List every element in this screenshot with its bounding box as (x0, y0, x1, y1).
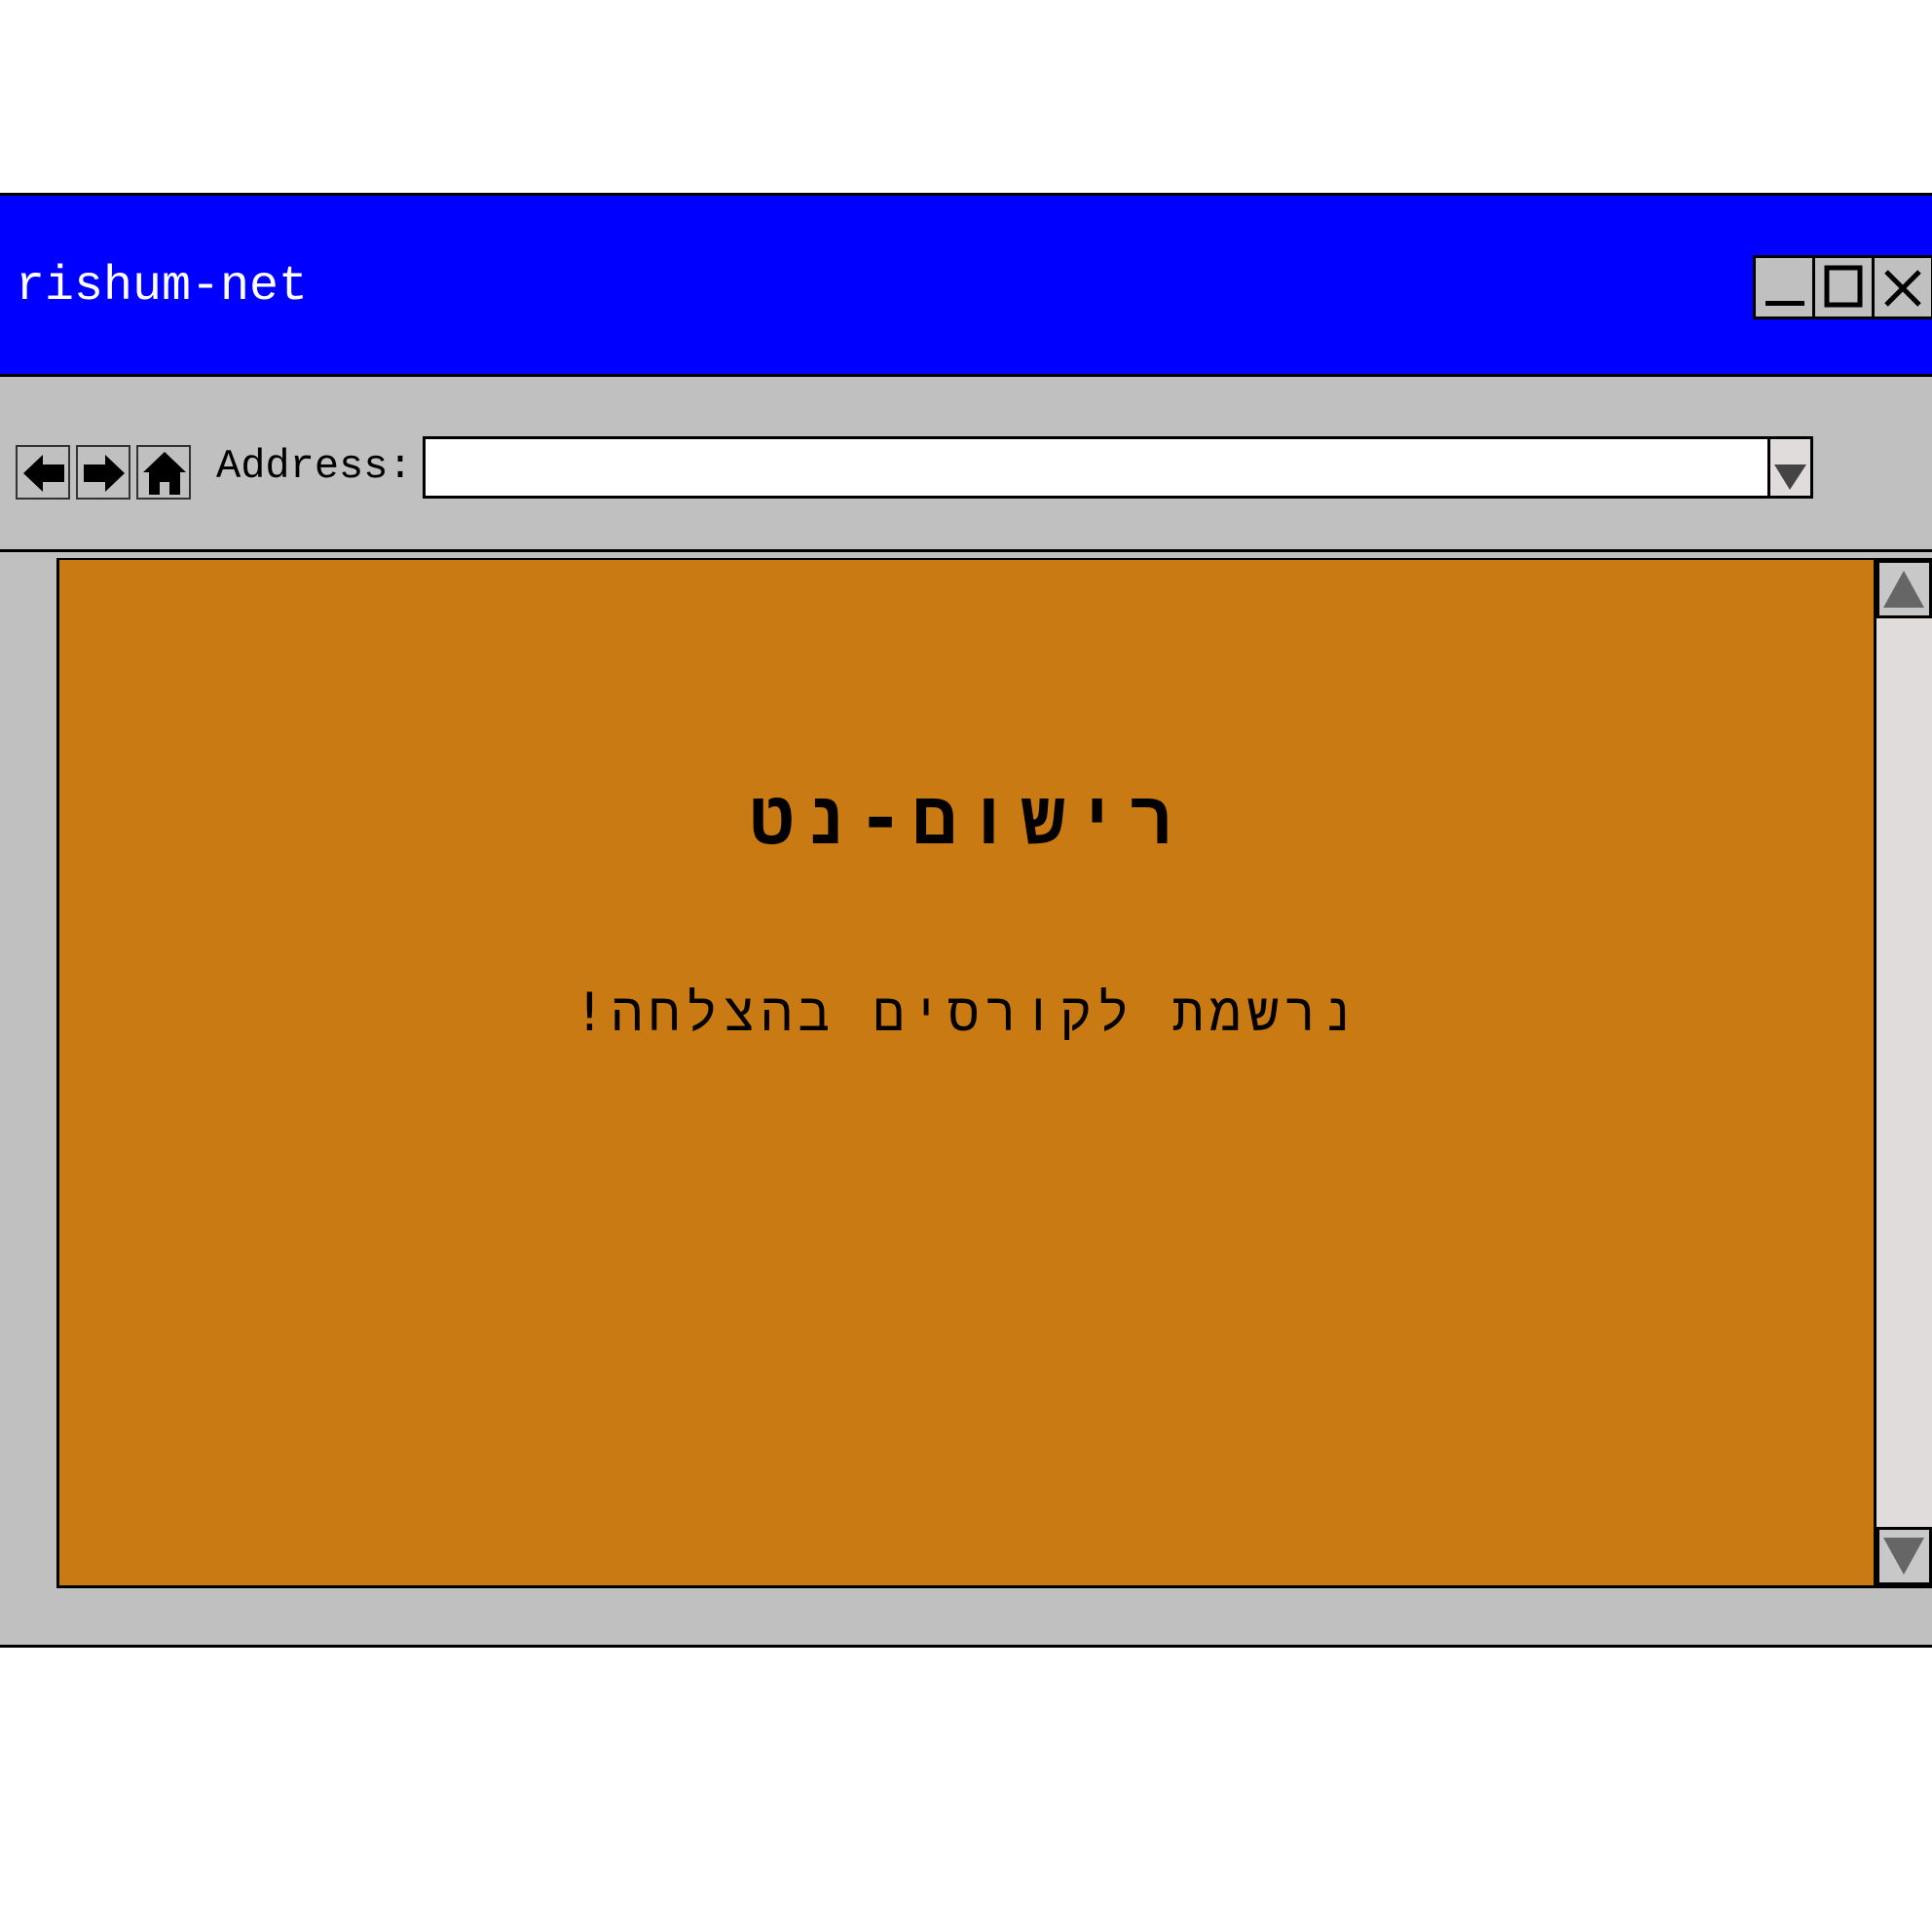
close-icon (1884, 270, 1921, 307)
triangle-up-icon (1883, 571, 1924, 608)
scroll-up-button[interactable] (1876, 560, 1932, 618)
close-button[interactable] (1872, 255, 1932, 319)
minimize-icon (1765, 301, 1804, 306)
triangle-down-icon (1883, 1538, 1924, 1575)
chevron-down-icon (1774, 464, 1806, 490)
title-bar[interactable]: rishum-net (0, 196, 1932, 377)
minimize-button[interactable] (1753, 255, 1815, 319)
maximize-icon (1824, 265, 1863, 308)
browser-window: rishum-net Address: רישום-נט נרשמת לקורס… (0, 193, 1932, 1648)
forward-arrow-icon (84, 455, 125, 492)
address-bar[interactable] (423, 436, 1813, 499)
page-title: רישום-נט (749, 774, 1183, 861)
address-label: Address: (216, 443, 413, 490)
window-controls (1753, 255, 1932, 319)
home-icon (143, 452, 186, 495)
back-button[interactable] (16, 445, 70, 500)
page-content: רישום-נט נרשמת לקורסים בהצלחה! (56, 558, 1874, 1588)
address-input[interactable] (429, 443, 1758, 494)
back-arrow-icon (23, 455, 64, 492)
home-button[interactable] (136, 445, 191, 500)
forward-button[interactable] (76, 445, 130, 500)
success-message: נרשמת לקורסים בהצלחה! (574, 982, 1359, 1043)
vertical-scrollbar[interactable] (1874, 558, 1932, 1588)
address-dropdown-button[interactable] (1767, 439, 1810, 496)
scroll-down-button[interactable] (1876, 1527, 1932, 1585)
window-title: rishum-net (16, 259, 309, 315)
maximize-button[interactable] (1812, 255, 1875, 319)
